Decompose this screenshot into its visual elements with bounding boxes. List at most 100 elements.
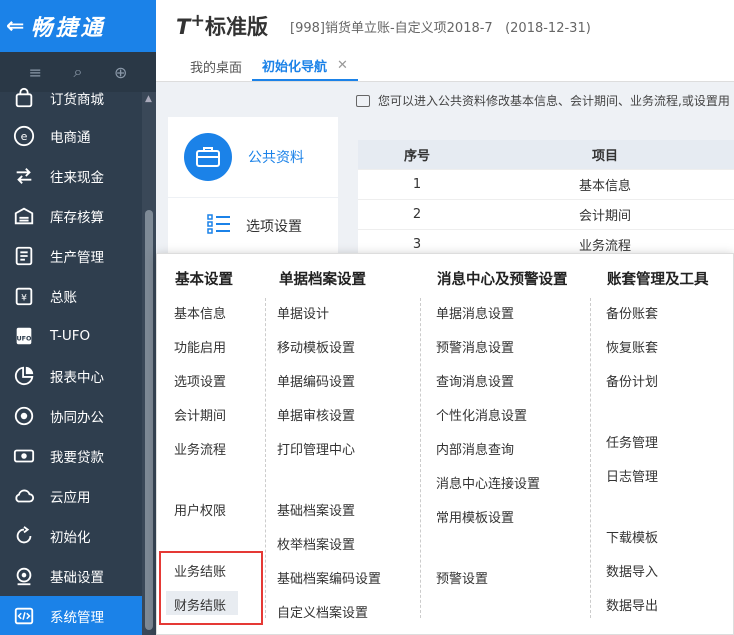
table-row[interactable]: 1 基本信息 [358,170,734,200]
menu-item-backup-plan[interactable]: 备份计划 [606,371,658,390]
svg-text:¥: ¥ [21,293,27,304]
sidebar-item-production[interactable]: 生产管理 [0,236,142,276]
menu-item-feature-enable[interactable]: 功能启用 [174,337,226,356]
pie-chart-icon [10,362,38,390]
sidebar-item-label: 订货商城 [50,92,104,108]
sidebar-item-system-management[interactable]: 系统管理 [0,596,142,635]
svg-text:UFO: UFO [16,335,32,343]
menu-item-task-management[interactable]: 任务管理 [606,432,658,451]
sidebar-item-t-ufo[interactable]: UFO T-UFO [0,316,142,356]
menu-item-download-template[interactable]: 下载模板 [606,527,658,546]
menu-item-backup-account[interactable]: 备份账套 [606,303,658,322]
menu-item-message-connection[interactable]: 消息中心连接设置 [436,473,540,492]
sidebar-item-collaboration[interactable]: 协同办公 [0,396,142,436]
cell-item: 基本信息 [578,179,631,194]
menu-item-enum-archive[interactable]: 枚举档案设置 [277,534,355,553]
product-name: T+标准版 [176,11,268,41]
settings-icon [10,562,38,590]
sidebar-item-init[interactable]: 初始化 [0,516,142,556]
menu-item-alert-message[interactable]: 预警消息设置 [436,337,514,356]
sidebar: ⇐ 畅捷通 ≡ ⌕ ⊕ 订货商城 e 电商通 往来现金 库存核算 生产管理 ¥ … [0,0,156,635]
menu-item-document-code[interactable]: 单据编码设置 [277,371,355,390]
sidebar-item-ecommerce[interactable]: e 电商通 [0,116,142,156]
sidebar-item-cloud[interactable]: 云应用 [0,476,142,516]
menu-item-document-audit[interactable]: 单据审核设置 [277,405,355,424]
scroll-up-icon[interactable]: ▲ [145,94,152,104]
sidebar-item-label: 生产管理 [50,250,104,266]
highlight-annotation [159,551,263,625]
sidebar-item-label: 往来现金 [50,170,104,186]
tip-bar: 您可以进入公共资料修改基本信息、会计期间、业务流程,或设置用 [356,92,730,109]
sidebar-item-label: 报表中心 [50,370,104,386]
card-options-settings[interactable]: 选项设置 [168,198,338,254]
menu-item-personal-message[interactable]: 个性化消息设置 [436,405,527,424]
money-icon [10,442,38,470]
sidebar-item-label: 协同办公 [50,410,104,426]
tab-label: 我的桌面 [190,60,243,76]
product-edition: 标准版 [205,15,268,39]
list-icon [206,212,232,240]
close-icon[interactable]: ✕ [337,58,348,73]
menu-item-query-message[interactable]: 查询消息设置 [436,371,514,390]
card-public-data[interactable]: 公共资料 [168,117,338,197]
menu-item-alert-settings[interactable]: 预警设置 [436,568,488,587]
menu-item-data-import[interactable]: 数据导入 [606,561,658,580]
cell-no: 1 [412,177,422,192]
sidebar-item-loan[interactable]: 我要贷款 [0,436,142,476]
menu-item-print-center[interactable]: 打印管理中心 [277,439,355,458]
sidebar-item-label: 基础设置 [50,570,104,586]
sidebar-item-ledger[interactable]: ¥ 总账 [0,276,142,316]
tab-init-navigation[interactable]: 初始化导航 ✕ [252,51,358,81]
sidebar-menu: 订货商城 e 电商通 往来现金 库存核算 生产管理 ¥ 总账 UFO T-UFO… [0,80,142,635]
card-label: 公共资料 [248,150,304,166]
tab-bar: 我的桌面 初始化导航 ✕ [156,52,734,82]
menu-item-data-export[interactable]: 数据导出 [606,595,658,614]
menu-item-mobile-template[interactable]: 移动模板设置 [277,337,355,356]
menu-item-base-archive[interactable]: 基础档案设置 [277,500,355,519]
app-name: 畅捷通 [30,16,106,41]
search-icon[interactable]: ⌕ [67,62,89,82]
menu-item-restore-account[interactable]: 恢复账套 [606,337,658,356]
menu-item-common-template[interactable]: 常用模板设置 [436,507,514,526]
sidebar-item-order-mall[interactable]: 订货商城 [0,80,142,116]
product-t: T [176,15,191,39]
collaboration-icon [10,402,38,430]
sidebar-item-label: 系统管理 [50,610,104,626]
column-divider [265,298,266,618]
menu-item-custom-archive[interactable]: 自定义档案设置 [277,602,368,621]
back-arrow-icon[interactable]: ⇐ [6,14,24,39]
sidebar-item-reports[interactable]: 报表中心 [0,356,142,396]
menu-item-user-permissions[interactable]: 用户权限 [174,500,226,519]
message-icon [356,94,370,107]
card-label: 选项设置 [246,219,302,235]
cell-item: 业务流程 [578,239,631,254]
exchange-icon [10,162,38,190]
app-logo[interactable]: ⇐ 畅捷通 [0,0,156,52]
sidebar-item-basic-settings[interactable]: 基础设置 [0,556,142,596]
items-table: 序号 项目 1 基本信息 2 会计期间 3 业务流程 [358,140,734,260]
menu-item-document-message[interactable]: 单据消息设置 [436,303,514,322]
sidebar-scrollbar[interactable]: ▲ [142,92,156,635]
scrollbar-thumb[interactable] [145,210,153,630]
menu-item-document-design[interactable]: 单据设计 [277,303,329,322]
menu-item-business-process[interactable]: 业务流程 [174,439,226,458]
tab-my-desktop[interactable]: 我的桌面 [180,51,252,81]
menu-item-basic-info[interactable]: 基本信息 [174,303,226,322]
sidebar-item-inventory[interactable]: 库存核算 [0,196,142,236]
menu-item-internal-message[interactable]: 内部消息查询 [436,439,514,458]
svg-text:e: e [21,130,28,143]
menu-item-accounting-period[interactable]: 会计期间 [174,405,226,424]
menu-item-log-management[interactable]: 日志管理 [606,466,658,485]
sidebar-item-cash[interactable]: 往来现金 [0,156,142,196]
column-title: 单据档案设置 [279,272,366,288]
ufo-icon: UFO [10,322,38,350]
tab-label: 初始化导航 [262,59,328,75]
menu-toggle-icon[interactable]: ≡ [24,63,46,82]
add-icon[interactable]: ⊕ [110,63,132,82]
menu-item-archive-code[interactable]: 基础档案编码设置 [277,568,381,587]
menu-item-option-settings[interactable]: 选项设置 [174,371,226,390]
table-row[interactable]: 2 会计期间 [358,200,734,230]
col-header-no: 序号 [403,149,430,164]
table-header: 序号 项目 [358,140,734,170]
bag-icon [10,84,38,112]
